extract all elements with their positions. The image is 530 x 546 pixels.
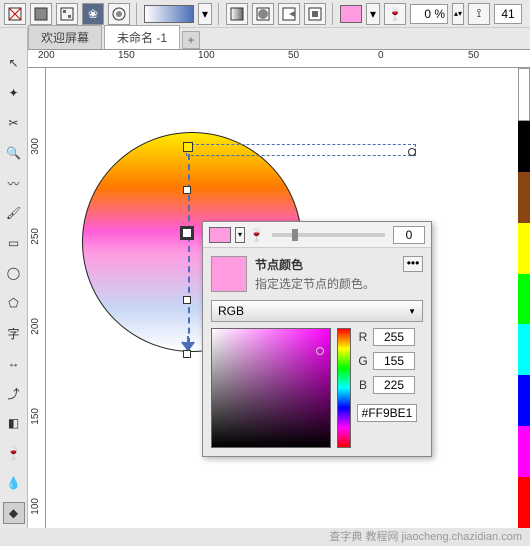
gradient-dropdown-icon[interactable]: ▾ [198,3,212,25]
square-gradient-icon[interactable] [304,3,326,25]
pattern-fill-icon[interactable] [56,3,78,25]
color-preview-swatch [211,256,247,292]
chevron-down-icon: ▼ [408,307,416,316]
transparency-icon[interactable]: 🍷 [384,3,406,25]
horizontal-ruler: 200 150 100 50 0 50 [28,50,530,68]
panel-header: 节点颜色 指定选定节点的颜色。 ••• [203,248,431,300]
separator [136,3,138,25]
tab-bar: 欢迎屏幕 未命名 -1 + [0,28,530,50]
color-picker-ring[interactable] [316,347,324,355]
node-position-input[interactable] [494,4,522,24]
toolbox: ↖ ✦ ✂ 🔍 〰 🖌 ▭ ◯ ⬠ 字 ↔ ⤴ ◧ 🍷 💧 ◆ [0,28,28,546]
text-tool-icon[interactable]: 字 [3,322,25,344]
no-fill-icon[interactable] [4,3,26,25]
crop-tool-icon[interactable]: ✂ [3,112,25,134]
footer-watermark: 查字典 教程网 jiaocheng.chazidian.com [0,528,530,546]
artistic-media-icon[interactable]: 🖌 [3,202,25,224]
selection-handle[interactable] [408,148,416,156]
ruler-tick: 200 [30,318,41,335]
transparency-value-input[interactable] [393,226,425,244]
rgb-inputs: R G B [357,328,417,448]
panel-description: 指定选定节点的颜色。 [255,275,375,292]
ruler-tick: 100 [198,50,215,61]
ruler-tick: 100 [30,498,41,515]
shape-tool-icon[interactable]: ✦ [3,82,25,104]
current-color-swatch[interactable] [209,227,231,243]
transparency-input[interactable] [410,4,448,24]
panel-title: 节点颜色 [255,256,375,273]
position-icon[interactable]: ⟟ [468,3,490,25]
gradient-node[interactable] [183,296,191,304]
dimension-tool-icon[interactable]: ↔ [3,352,25,374]
gradient-node-selected[interactable] [180,226,194,240]
color-mode-dropdown[interactable]: RGB ▼ [211,300,423,322]
g-label: G [357,354,369,368]
conical-gradient-icon[interactable] [278,3,300,25]
solid-fill-icon[interactable] [30,3,52,25]
rectangle-tool-icon[interactable]: ▭ [3,232,25,254]
transparency-tool-icon[interactable]: 🍷 [3,442,25,464]
transparency-icon[interactable]: 🍷 [249,228,264,242]
ruler-tick: 150 [30,408,41,425]
color-palette[interactable] [518,68,530,528]
panel-toolbar: ▾ 🍷 [203,222,431,248]
b-input[interactable] [373,376,415,394]
panel-body: R G B [203,328,431,456]
ruler-tick: 50 [468,50,479,61]
swatch-dropdown-icon[interactable]: ▾ [366,3,380,25]
selection-box [186,144,416,156]
linear-gradient-icon[interactable] [226,3,248,25]
tab-document[interactable]: 未命名 -1 [104,25,180,49]
fill-tool-icon[interactable]: ◆ [3,502,25,524]
more-options-button[interactable]: ••• [403,256,423,272]
color-field[interactable] [211,328,331,448]
ruler-tick: 300 [30,138,41,155]
ruler-tick: 50 [288,50,299,61]
spinner-icon[interactable]: ▴▾ [452,3,464,25]
gradient-preview[interactable] [144,5,194,23]
selection-handle[interactable] [183,142,193,152]
gradient-vector[interactable] [188,154,190,354]
r-input[interactable] [373,328,415,346]
color-mode-label: RGB [218,304,244,318]
vertical-ruler: 300 250 200 150 100 [28,68,46,546]
freehand-tool-icon[interactable]: 〰 [3,172,25,194]
ruler-tick: 150 [118,50,135,61]
transparency-slider[interactable] [272,233,385,237]
separator [218,3,220,25]
radial-gradient-icon[interactable] [252,3,274,25]
zoom-tool-icon[interactable]: 🔍 [3,142,25,164]
tab-add-button[interactable]: + [182,31,200,49]
effects-tool-icon[interactable]: ◧ [3,412,25,434]
gradient-end-node[interactable] [183,350,191,358]
ruler-tick: 0 [378,50,384,61]
node-color-panel: ▾ 🍷 节点颜色 指定选定节点的颜色。 ••• RGB ▼ R G B [202,221,432,457]
node-color-swatch[interactable] [340,5,362,23]
property-bar: ❀ ▾ ▾ 🍷 ▴▾ ⟟ [0,0,530,28]
tab-welcome[interactable]: 欢迎屏幕 [28,25,102,49]
g-input[interactable] [373,352,415,370]
gradient-node[interactable] [183,186,191,194]
texture-fill-icon[interactable]: ❀ [82,3,104,25]
hex-input[interactable] [357,404,417,422]
ruler-tick: 200 [38,50,55,61]
ellipse-tool-icon[interactable]: ◯ [3,262,25,284]
connector-tool-icon[interactable]: ⤴ [3,382,25,404]
eyedropper-tool-icon[interactable]: 💧 [3,472,25,494]
b-label: B [357,378,369,392]
r-label: R [357,330,369,344]
ruler-tick: 250 [30,228,41,245]
hue-slider[interactable] [337,328,351,448]
postscript-fill-icon[interactable] [108,3,130,25]
polygon-tool-icon[interactable]: ⬠ [3,292,25,314]
separator [332,3,334,25]
pick-tool-icon[interactable]: ↖ [3,52,25,74]
color-dropdown-icon[interactable]: ▾ [235,227,245,243]
